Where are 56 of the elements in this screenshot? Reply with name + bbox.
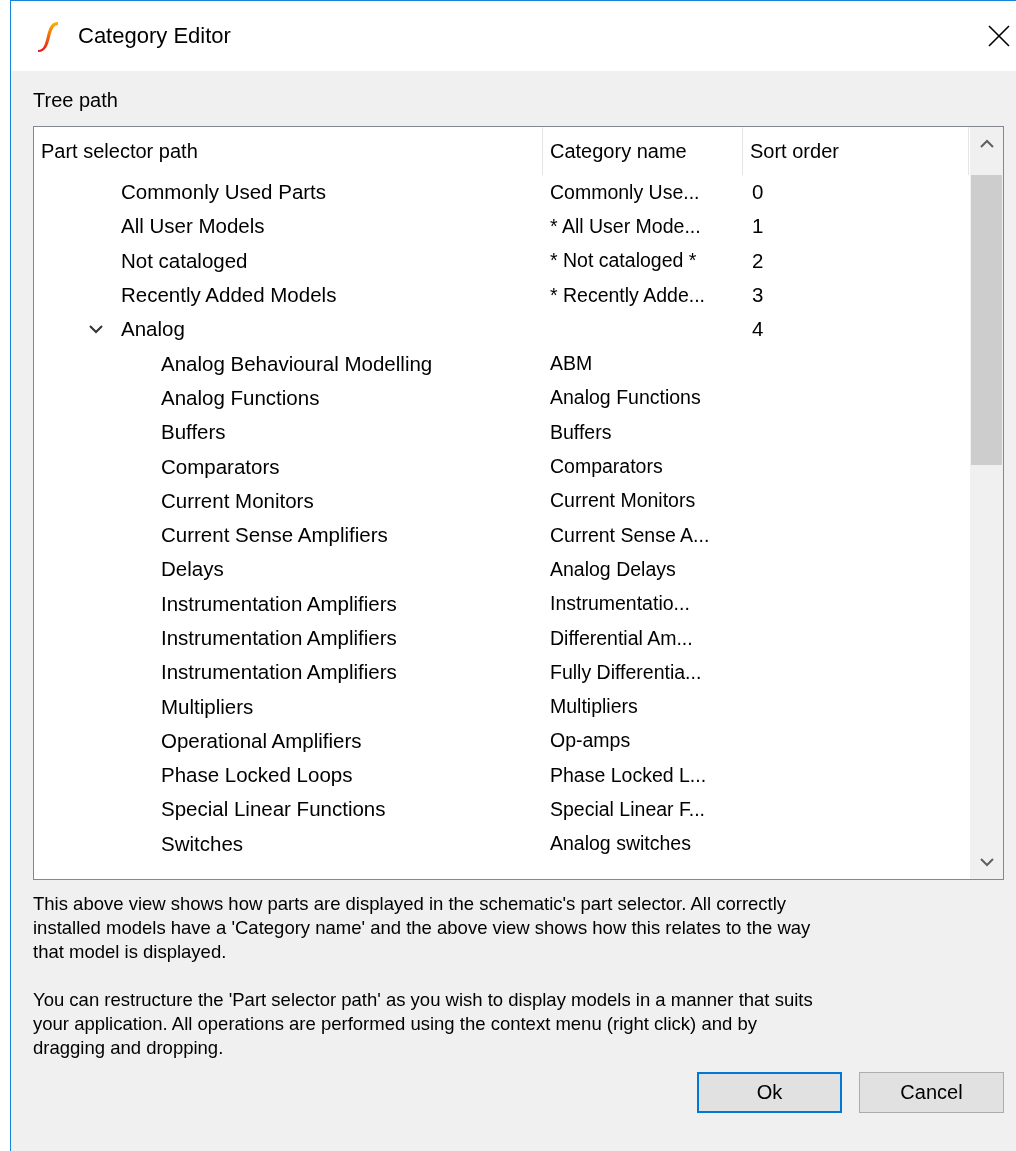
category-name: Phase Locked L... [550, 763, 707, 786]
tree-item[interactable]: Instrumentation Amplifiers [161, 591, 397, 616]
category-name: * Recently Adde... [550, 283, 705, 306]
category-name: Comparators [550, 455, 663, 477]
column-header[interactable]: Part selector path [34, 127, 543, 175]
category-name: * All User Mode... [550, 214, 701, 237]
vertical-scrollbar[interactable] [970, 127, 1003, 879]
section-label: Tree path [33, 89, 119, 112]
scrollbar-thumb[interactable] [971, 175, 1002, 465]
tree-item[interactable]: Commonly Used Parts [121, 180, 327, 205]
window-title: Category Editor [78, 23, 232, 49]
column-header[interactable]: Sort order [743, 127, 969, 175]
app-logo-icon [36, 20, 60, 52]
category-name: Analog switches [550, 832, 691, 855]
tree-item[interactable]: Current Monitors [161, 488, 314, 513]
category-name: Commonly Use... [550, 180, 700, 203]
category-name: Special Linear F... [550, 798, 705, 820]
sort-order: 4 [752, 317, 764, 341]
category-name: Buffers [550, 420, 612, 443]
tree-item[interactable]: Multipliers [161, 694, 254, 719]
sort-order: 0 [752, 180, 764, 204]
category-name: Instrumentatio... [550, 592, 690, 615]
sort-order: 3 [752, 283, 764, 307]
tree-item[interactable]: Analog Functions [161, 385, 320, 410]
category-name: Fully Differentia... [550, 660, 702, 683]
category-name: * Not cataloged * [550, 249, 697, 272]
tree-item[interactable]: Instrumentation Amplifiers [161, 660, 397, 685]
sort-order: 2 [752, 248, 764, 272]
tree-item[interactable]: Delays [161, 557, 224, 582]
tree-item[interactable]: Analog [121, 317, 185, 342]
tree-item[interactable]: Instrumentation Amplifiers [161, 626, 397, 650]
help-paragraph: You can restructure the 'Part selector path' as you wish to display models in a manner that suits your application. All operations are performed using the context menu (right click) and by dragging and dropping. [33, 988, 814, 1060]
category-name: Differential Am... [550, 626, 693, 649]
tree-item[interactable]: Buffers [161, 420, 226, 445]
tree-item[interactable]: Operational Amplifiers [161, 728, 362, 753]
tree-item[interactable]: Current Sense Amplifiers [161, 523, 388, 548]
tree-item[interactable]: Recently Added Models [121, 283, 337, 308]
dialog-button[interactable]: Cancel [859, 1072, 1004, 1113]
category-name: Current Sense A... [550, 523, 710, 546]
category-name: Analog Delays [550, 557, 676, 580]
dialog-button[interactable]: Ok [697, 1072, 842, 1113]
category-name: Op-amps [550, 729, 631, 752]
tree-item[interactable]: Analog Behavioural Modelling [161, 351, 433, 376]
tree-item[interactable]: Not cataloged [121, 248, 248, 273]
category-name: Current Monitors [550, 489, 696, 512]
help-paragraph: This above view shows how parts are displayed in the schematic's part selector. All correctly installed models have a 'Category name' and the above view shows how this relates to the way that model is displayed. [33, 892, 812, 964]
column-header[interactable]: Category name [543, 127, 743, 175]
tree-item[interactable]: Comparators [161, 454, 280, 479]
sort-order: 1 [752, 214, 764, 238]
tree-item[interactable]: Switches [161, 831, 244, 856]
category-name: ABM [550, 352, 593, 375]
tree-item[interactable]: Special Linear Functions [161, 797, 386, 822]
category-name: Multipliers [550, 695, 638, 718]
category-name: Analog Functions [550, 386, 701, 409]
tree-item[interactable]: Phase Locked Loops [161, 763, 353, 788]
tree-item[interactable]: All User Models [121, 214, 265, 239]
